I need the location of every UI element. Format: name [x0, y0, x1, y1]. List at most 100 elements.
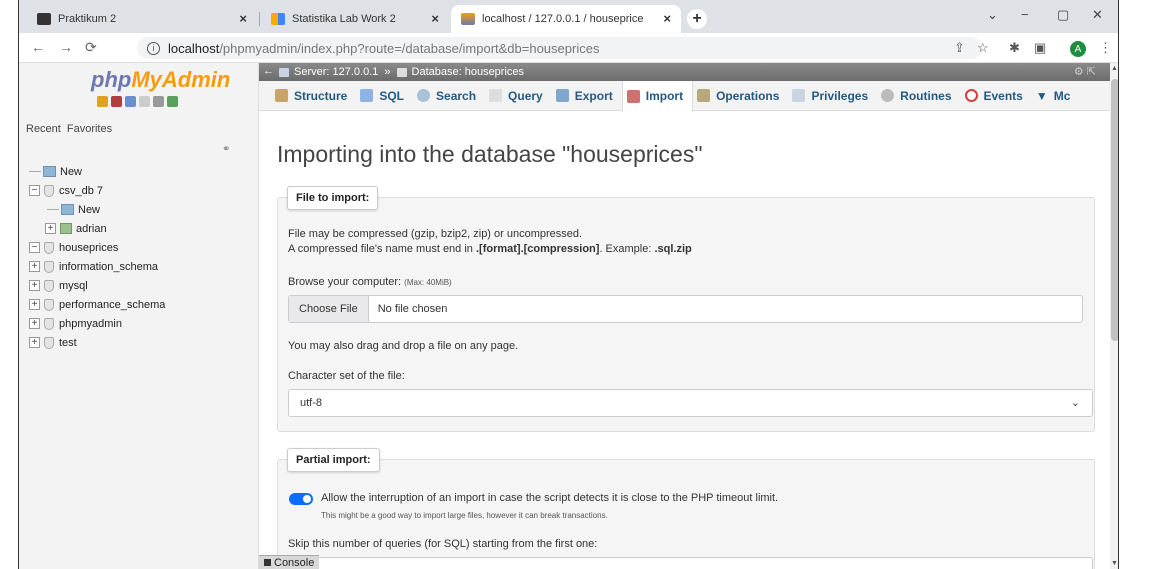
scroll-thumb[interactable] — [1111, 79, 1118, 341]
logo-php: php — [91, 67, 132, 92]
allow-interrupt-label[interactable]: Allow the interruption of an import in c… — [321, 492, 778, 504]
tree-db-information-schema[interactable]: + information_schema — [29, 257, 254, 276]
expand-icon[interactable]: + — [45, 223, 56, 234]
menu-label: Events — [983, 88, 1023, 103]
file-input[interactable]: Choose File No file chosen — [288, 295, 1083, 323]
docs-icon[interactable] — [139, 96, 150, 107]
tab-query[interactable]: Query — [485, 81, 552, 111]
tree-db-houseprices[interactable]: − houseprices — [29, 238, 254, 257]
scroll-down-icon[interactable]: ▼ — [1111, 560, 1118, 567]
extensions-icon[interactable]: ✱ — [1009, 40, 1020, 56]
expand-icon[interactable]: + — [29, 299, 40, 310]
settings-icon[interactable] — [153, 96, 164, 107]
menu-icon[interactable]: ⋮ — [1099, 40, 1112, 56]
charset-select[interactable]: utf-8 ⌄ — [288, 389, 1093, 417]
tab-privileges[interactable]: Privileges — [788, 81, 877, 111]
privileges-icon — [792, 89, 806, 102]
close-tab-icon[interactable]: × — [239, 11, 247, 26]
url-host: localhost — [168, 40, 220, 56]
tab-phpmyadmin[interactable]: localhost / 127.0.0.1 / houseprice × — [451, 5, 681, 33]
tab-structure[interactable]: Structure — [271, 81, 356, 111]
table-icon — [60, 223, 72, 234]
tree-db-mysql[interactable]: + mysql — [29, 276, 254, 295]
tree-line — [47, 209, 59, 210]
tab-import[interactable]: Import — [621, 80, 694, 112]
star-icon[interactable]: ☆ — [977, 40, 989, 56]
choose-file-button[interactable]: Choose File — [289, 296, 369, 322]
share-icon[interactable]: ⇪ — [954, 40, 965, 56]
console-bar[interactable]: Console — [259, 555, 320, 569]
reload-nav-icon[interactable] — [167, 96, 178, 107]
collapse-icon[interactable]: − — [29, 185, 40, 196]
file-import-section: File to import: File may be compressed (… — [277, 186, 1095, 432]
menu-label: Export — [574, 88, 613, 103]
drag-drop-note: You may also drag and drop a file on any… — [288, 340, 519, 352]
tree-table-adrian[interactable]: + adrian — [29, 219, 254, 238]
site-info-icon[interactable]: i — [147, 41, 160, 55]
phpmyadmin-logo[interactable]: phpMyAdmin — [91, 67, 230, 93]
tree-line — [29, 171, 41, 172]
breadcrumb-database[interactable]: Database: houseprices — [412, 66, 525, 78]
new-tab-button[interactable]: + — [687, 9, 707, 29]
forward-icon[interactable]: → — [59, 39, 73, 55]
minimize-icon[interactable]: − — [1021, 7, 1029, 22]
address-bar[interactable]: i localhost/phpmyadmin/index.php?route=/… — [137, 37, 982, 59]
tree-csv-new-table[interactable]: New — [29, 200, 254, 219]
breadcrumb-server[interactable]: Server: 127.0.0.1 — [294, 66, 378, 78]
tab-statistika[interactable]: Statistika Lab Work 2 × — [261, 5, 449, 33]
expand-icon[interactable]: + — [29, 337, 40, 348]
gear-icon[interactable]: ⚙ ⇱ — [1074, 65, 1096, 78]
skip-queries-input[interactable] — [288, 557, 1093, 569]
tab-more[interactable]: ▼ Mc — [1032, 81, 1080, 111]
tree-label: phpmyadmin — [59, 317, 122, 330]
logout-icon[interactable] — [111, 96, 122, 107]
favorites-tab[interactable]: Favorites — [67, 123, 112, 135]
tree-new-database[interactable]: New — [29, 162, 254, 181]
window-close-icon[interactable]: ✕ — [1092, 7, 1103, 23]
new-icon — [43, 166, 56, 177]
recent-tab[interactable]: Recent — [26, 123, 61, 135]
sidepanel-icon[interactable]: ▣ — [1034, 40, 1046, 56]
page-scrollbar[interactable]: ▲ ▼ — [1110, 63, 1118, 569]
close-tab-icon[interactable]: × — [663, 11, 671, 26]
server-icon — [279, 67, 289, 77]
menu-label: Privileges — [811, 88, 869, 103]
expand-icon[interactable]: + — [29, 318, 40, 329]
tab-export[interactable]: Export — [552, 81, 622, 111]
tab-events[interactable]: Events — [961, 81, 1032, 111]
expand-icon[interactable]: + — [29, 261, 40, 272]
main-content: ← Server: 127.0.0.1 » Database: housepri… — [259, 63, 1110, 569]
profile-avatar[interactable]: A — [1070, 41, 1086, 57]
tree-db-phpmyadmin[interactable]: + phpmyadmin — [29, 314, 254, 333]
tab-search-icon[interactable]: ⌄ — [987, 7, 998, 23]
close-tab-icon[interactable]: × — [431, 11, 439, 26]
back-icon[interactable]: ← — [31, 39, 45, 55]
collapse-nav-icon[interactable]: ← — [263, 65, 274, 77]
breadcrumb-separator: » — [384, 66, 391, 78]
tree-label: New — [60, 165, 83, 178]
tab-sql[interactable]: SQL — [356, 81, 413, 111]
browser-toolbar: ← → ⟳ i localhost/phpmyadmin/index.php?r… — [19, 33, 1118, 63]
allow-interrupt-toggle[interactable] — [289, 493, 313, 505]
tab-operations[interactable]: Operations — [693, 81, 788, 111]
tree-db-test[interactable]: + test — [29, 333, 254, 352]
collapse-icon[interactable]: − — [29, 242, 40, 253]
tab-search[interactable]: Search — [413, 81, 485, 111]
tree-db-performance-schema[interactable]: + performance_schema — [29, 295, 254, 314]
database-tree: New − csv_db 7 New + adrian − houseprices +… — [29, 162, 254, 352]
expand-icon[interactable]: + — [29, 280, 40, 291]
home-icon[interactable] — [97, 96, 108, 107]
sql-icon — [360, 89, 374, 102]
scroll-up-icon[interactable]: ▲ — [1111, 65, 1118, 72]
reload-icon[interactable]: ⟳ — [85, 39, 97, 56]
tab-praktikum[interactable]: Praktikum 2 × — [27, 5, 257, 33]
tab-routines[interactable]: Routines — [877, 81, 960, 111]
menu-label: Query — [508, 88, 543, 103]
url-path: /phpmyadmin/index.php?route=/database/im… — [219, 40, 600, 56]
restore-icon[interactable]: ▢ — [1057, 7, 1069, 23]
database-icon — [396, 67, 407, 77]
max-size: (Max: 40MiB) — [404, 278, 452, 287]
help-icon[interactable] — [125, 96, 136, 107]
tree-db-csv[interactable]: − csv_db 7 — [29, 181, 254, 200]
link-icon[interactable]: ⚭ — [222, 144, 230, 155]
